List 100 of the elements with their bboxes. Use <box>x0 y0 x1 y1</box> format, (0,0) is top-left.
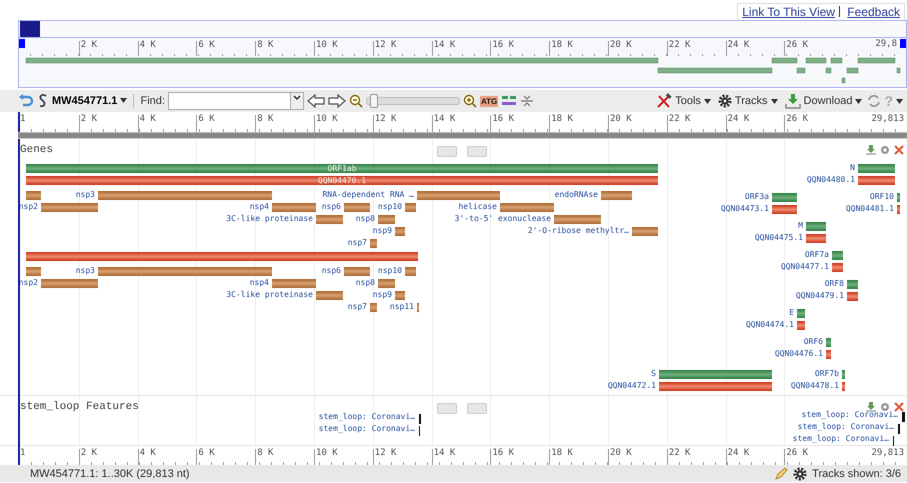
gene-bar[interactable] <box>832 251 843 260</box>
feature-label: helicase <box>458 202 497 212</box>
caret-icon[interactable] <box>896 98 903 104</box>
download-menu[interactable]: Download <box>782 93 864 109</box>
ruler-label: 18 K <box>551 40 573 50</box>
feature-label: nsp6 <box>322 266 341 276</box>
settings-icon[interactable] <box>880 402 890 412</box>
refresh-icon[interactable] <box>867 94 882 108</box>
feature-label: QQN04478.1 <box>790 381 839 391</box>
download-icon[interactable] <box>866 402 876 412</box>
scroll-start-icon[interactable] <box>437 146 457 157</box>
peptide-bar[interactable] <box>98 267 272 276</box>
header-link[interactable]: Link To This View <box>742 5 835 19</box>
peptide-bar[interactable] <box>272 203 316 212</box>
peptide-bar[interactable] <box>417 191 500 200</box>
gene-bar[interactable] <box>797 309 805 318</box>
peptide-bar[interactable] <box>26 191 41 200</box>
transcript-bar[interactable] <box>797 321 805 330</box>
feature-label: stem_loop: Coronavi… <box>318 424 415 434</box>
gear-icon[interactable] <box>793 466 808 480</box>
zoom-in-icon[interactable] <box>462 94 477 108</box>
peptide-bar[interactable] <box>344 203 370 212</box>
peptide-bar[interactable] <box>316 291 343 300</box>
peptide-bar[interactable] <box>41 203 98 212</box>
ruler-label: 18 K <box>551 114 573 124</box>
find-field[interactable] <box>168 92 304 110</box>
peptide-bar[interactable] <box>554 215 601 224</box>
peptide-bar[interactable] <box>601 191 632 200</box>
feature-label: nsp10 <box>378 266 402 276</box>
sequence-selector[interactable]: MW454771.1 <box>52 95 128 107</box>
scroll-end-icon[interactable] <box>467 146 487 157</box>
peptide-bar[interactable] <box>405 203 416 212</box>
scroll-start-icon[interactable] <box>437 403 457 414</box>
scroll-end-icon[interactable] <box>467 403 487 414</box>
peptide-bar[interactable] <box>316 215 343 224</box>
peptide-bar[interactable] <box>41 279 98 288</box>
peptide-bar[interactable] <box>632 227 658 236</box>
ruler-label: 8 K <box>257 114 274 124</box>
ruler-label: 10 K <box>316 40 338 50</box>
feature-label: stem_loop: Coronavi… <box>318 412 415 422</box>
transcript-bar[interactable] <box>826 350 831 359</box>
zoom-out-icon[interactable] <box>348 94 363 108</box>
gene-bar[interactable] <box>842 370 845 379</box>
transcript-bar[interactable] <box>26 252 418 261</box>
sequence-button[interactable]: ATG <box>480 96 498 106</box>
dropdown-icon[interactable] <box>292 95 301 101</box>
settings-icon[interactable] <box>880 145 890 155</box>
feature-label: nsp8 <box>356 214 375 224</box>
peptide-bar[interactable] <box>370 239 377 248</box>
feature-label: 3C-like proteinase <box>226 214 313 224</box>
right-arrow-icon[interactable] <box>328 94 346 108</box>
peptide-bar[interactable] <box>98 191 272 200</box>
feature-label: QQN04474.1 <box>746 320 794 330</box>
peptide-bar[interactable] <box>272 279 316 288</box>
tools-menu[interactable]: Tools <box>654 93 713 109</box>
close-icon[interactable] <box>894 402 904 412</box>
peptide-bar[interactable] <box>378 279 395 288</box>
transcript-bar[interactable] <box>897 205 900 214</box>
transcript-bar[interactable] <box>832 263 843 272</box>
collapse-icon[interactable] <box>520 94 534 108</box>
feature-label: 3'-to-5' exonuclease <box>454 214 551 224</box>
gene-bar[interactable] <box>659 370 772 379</box>
close-icon[interactable] <box>894 145 904 155</box>
gene-bar[interactable] <box>826 338 831 347</box>
ruler-label: 26 K <box>786 114 808 124</box>
ruler-label: 24 K <box>728 448 750 458</box>
transcript-bar[interactable] <box>858 176 895 185</box>
header-link[interactable]: Feedback <box>847 5 900 19</box>
gene-bar[interactable] <box>847 280 858 289</box>
tracks-menu[interactable]: Tracks <box>716 94 780 108</box>
transcript-bar[interactable] <box>847 292 858 301</box>
transcript-bar[interactable] <box>842 382 845 391</box>
transcript-bar[interactable] <box>659 382 772 391</box>
transcript-bar[interactable] <box>806 234 826 243</box>
peptide-bar[interactable] <box>378 215 395 224</box>
transcript-bar[interactable] <box>772 205 797 214</box>
ruler-label: 12 K <box>374 40 396 50</box>
ruler-label: 1 <box>20 448 26 458</box>
peptide-bar[interactable] <box>405 267 416 276</box>
peptide-bar[interactable] <box>500 203 554 212</box>
download-icon[interactable] <box>866 145 876 155</box>
scroll-left-icon[interactable] <box>19 39 25 48</box>
feature-label: S <box>651 369 656 379</box>
color-bars-icon[interactable] <box>501 94 518 108</box>
gene-bar[interactable] <box>772 193 797 202</box>
gene-bar[interactable] <box>806 222 826 231</box>
swirl-icon[interactable] <box>37 93 49 109</box>
peptide-bar[interactable] <box>395 227 405 236</box>
peptide-bar[interactable] <box>26 267 41 276</box>
scroll-right-icon[interactable] <box>900 39 906 48</box>
gene-bar[interactable] <box>858 164 895 173</box>
left-arrow-icon[interactable] <box>306 94 325 108</box>
peptide-bar[interactable] <box>395 291 405 300</box>
gene-bar[interactable] <box>897 193 900 202</box>
peptide-bar[interactable] <box>370 303 377 312</box>
zoom-slider[interactable] <box>366 97 460 105</box>
feature-label: nsp3 <box>76 190 95 200</box>
feature-label: 3C-like proteinase <box>226 290 313 300</box>
view-region-marker[interactable] <box>20 21 40 37</box>
peptide-bar[interactable] <box>344 267 370 276</box>
